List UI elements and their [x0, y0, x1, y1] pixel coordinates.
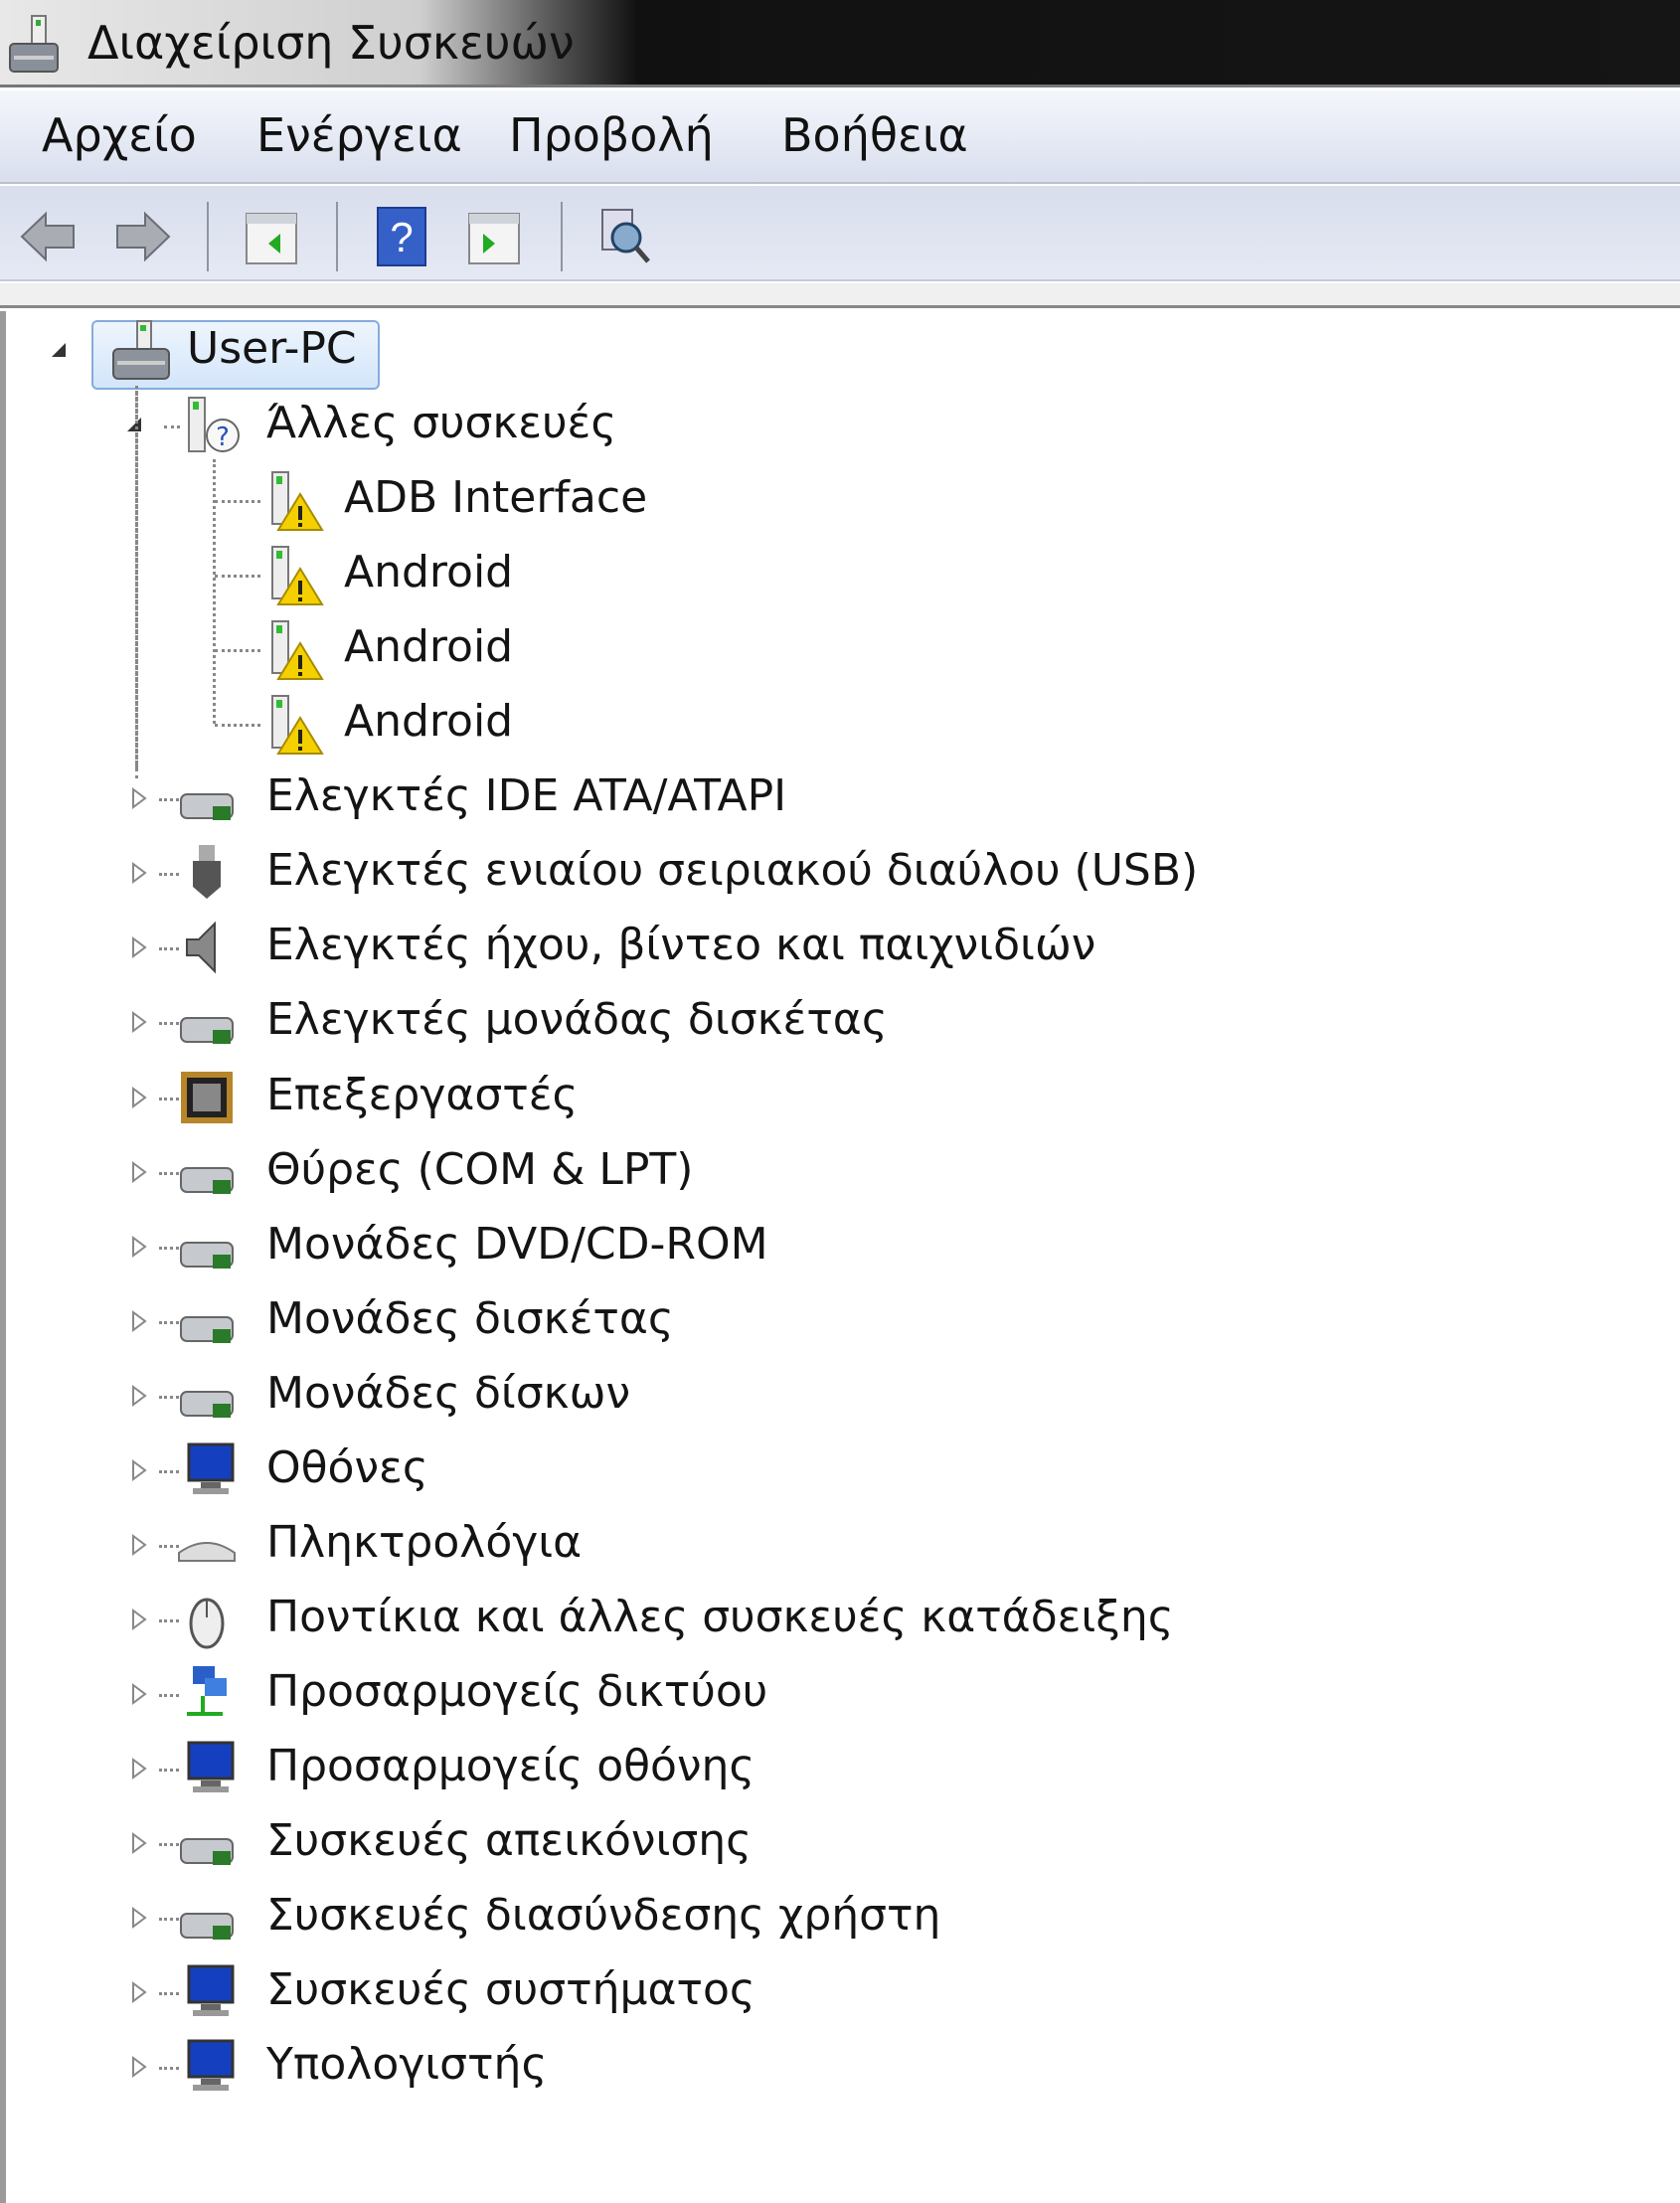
tree-item-device[interactable]: Android: [344, 617, 513, 677]
computer-root-icon: [109, 319, 173, 383]
usb-icon: [175, 841, 239, 905]
tree-connector-line: [213, 459, 216, 725]
menu-bar: Αρχείο Ενέργεια Προβολή Βοήθεια: [0, 90, 1680, 184]
tree-category-item[interactable]: Ελεγκτές IDE ATA/ATAPI: [266, 766, 786, 826]
svg-text:?: ?: [390, 214, 413, 260]
expand-category-toggle[interactable]: [127, 786, 151, 810]
tree-item-device[interactable]: ADB Interface: [344, 468, 647, 528]
tree-category-item[interactable]: Μονάδες δίσκων: [266, 1364, 630, 1424]
toolbar-divider: [0, 283, 1680, 308]
expand-category-toggle[interactable]: [127, 1086, 151, 1109]
expand-category-toggle[interactable]: [127, 1160, 151, 1184]
tree-category-item[interactable]: Θύρες (COM & LPT): [266, 1140, 693, 1200]
tree-category-item[interactable]: Ελεγκτές ήχου, βίντεο και παιχνιδιών: [266, 916, 1095, 975]
scan-hardware-changes-icon[interactable]: [592, 206, 654, 267]
floppy-controller-icon: [175, 990, 239, 1054]
collapse-root-toggle[interactable]: [48, 339, 72, 363]
tree-item-device[interactable]: Android: [344, 543, 513, 602]
expand-category-toggle[interactable]: [127, 1384, 151, 1408]
speaker-icon: [175, 916, 239, 979]
tree-item-user-pc[interactable]: User-PC: [187, 319, 357, 379]
port-icon: [175, 1140, 239, 1204]
expand-category-toggle[interactable]: [127, 1608, 151, 1631]
tree-connector-line: [135, 386, 138, 769]
monitor-icon: [175, 1439, 239, 1502]
menu-file[interactable]: Αρχείο: [42, 108, 197, 162]
tree-category-item[interactable]: Ελεγκτές ενιαίου σειριακού διαύλου (USB): [266, 841, 1198, 901]
menu-view[interactable]: Προβολή: [509, 108, 714, 162]
expand-category-toggle[interactable]: [127, 1906, 151, 1930]
tree-category-item[interactable]: Πληκτρολόγια: [266, 1513, 582, 1573]
ide-controller-icon: [175, 766, 239, 830]
expand-category-toggle[interactable]: [127, 1757, 151, 1780]
tree-category-item[interactable]: Υπολογιστής: [266, 2035, 547, 2095]
tree-category-item[interactable]: Ποντίκια και άλλες συσκευές κατάδειξης: [266, 1588, 1174, 1647]
tree-connector-line: [215, 649, 260, 653]
tree-category-item[interactable]: Μονάδες DVD/CD-ROM: [266, 1215, 768, 1274]
keyboard-icon: [175, 1513, 239, 1577]
toolbar-separator: [561, 202, 563, 271]
back-icon[interactable]: [18, 206, 80, 267]
title-bar: Διαχείριση Συσκευών: [0, 0, 1680, 87]
dvd-drive-icon: [175, 1215, 239, 1278]
computer-icon: [175, 2035, 239, 2099]
tree-category-item[interactable]: Ελεγκτές μονάδας δισκέτας: [266, 990, 888, 1050]
tree-item-other-devices[interactable]: Άλλες συσκευές: [266, 394, 616, 453]
unknown-device-icon: ?: [181, 394, 245, 457]
tree-connector-line: [164, 425, 180, 429]
tree-category-item[interactable]: Συσκευές διασύνδεσης χρήστη: [266, 1886, 940, 1946]
expand-category-toggle[interactable]: [127, 2055, 151, 2079]
expand-category-toggle[interactable]: [127, 1010, 151, 1034]
window-title: Διαχείριση Συσκευών: [87, 16, 575, 70]
mouse-icon: [175, 1588, 239, 1651]
display-adapter-icon: [175, 1737, 239, 1800]
tree-category-item[interactable]: Μονάδες δισκέτας: [266, 1289, 674, 1349]
toolbar: ?: [0, 186, 1680, 281]
system-device-icon: [175, 1960, 239, 2024]
tree-connector-line: [215, 500, 260, 504]
tree-category-item[interactable]: Συσκευές συστήματος: [266, 1960, 756, 2020]
expand-category-toggle[interactable]: [127, 1533, 151, 1557]
network-adapter-icon: [175, 1662, 239, 1726]
disk-drive-icon: [175, 1364, 239, 1428]
help-icon[interactable]: ?: [372, 206, 433, 267]
forward-icon[interactable]: [111, 206, 173, 267]
tree-category-item[interactable]: Προσαρμογείς δικτύου: [266, 1662, 767, 1722]
warning-device-icon: [260, 468, 324, 532]
warning-device-icon: [260, 692, 324, 756]
expand-category-toggle[interactable]: [127, 861, 151, 885]
expand-category-toggle[interactable]: [127, 1309, 151, 1333]
tree-connector-line: [215, 575, 260, 579]
expand-category-toggle[interactable]: [127, 1980, 151, 2004]
toolbar-separator: [336, 202, 338, 271]
imaging-device-icon: [175, 1811, 239, 1875]
tree-category-item[interactable]: Επεξεργαστές: [266, 1066, 578, 1125]
floppy-drive-icon: [175, 1289, 239, 1353]
hid-icon: [175, 1886, 239, 1949]
show-hide-action-pane-icon[interactable]: [463, 206, 525, 267]
expand-category-toggle[interactable]: [127, 1458, 151, 1482]
expand-category-toggle[interactable]: [127, 1235, 151, 1259]
tree-item-device[interactable]: Android: [344, 692, 513, 752]
device-manager-icon: [9, 15, 59, 73]
expand-category-toggle[interactable]: [127, 935, 151, 959]
expand-category-toggle[interactable]: [127, 1682, 151, 1706]
warning-device-icon: [260, 543, 324, 606]
toolbar-separator: [207, 202, 209, 271]
processor-icon: [175, 1066, 239, 1129]
show-hide-console-tree-icon[interactable]: [241, 206, 302, 267]
menu-action[interactable]: Ενέργεια: [256, 108, 462, 162]
svg-text:?: ?: [216, 423, 230, 452]
tree-connector-line: [215, 724, 260, 728]
tree-category-item[interactable]: Οθόνες: [266, 1439, 428, 1498]
menu-help[interactable]: Βοήθεια: [781, 108, 968, 162]
tree-category-item[interactable]: Προσαρμογείς οθόνης: [266, 1737, 755, 1796]
tree-category-item[interactable]: Συσκευές απεικόνισης: [266, 1811, 752, 1871]
expand-category-toggle[interactable]: [127, 1831, 151, 1855]
warning-device-icon: [260, 617, 324, 681]
